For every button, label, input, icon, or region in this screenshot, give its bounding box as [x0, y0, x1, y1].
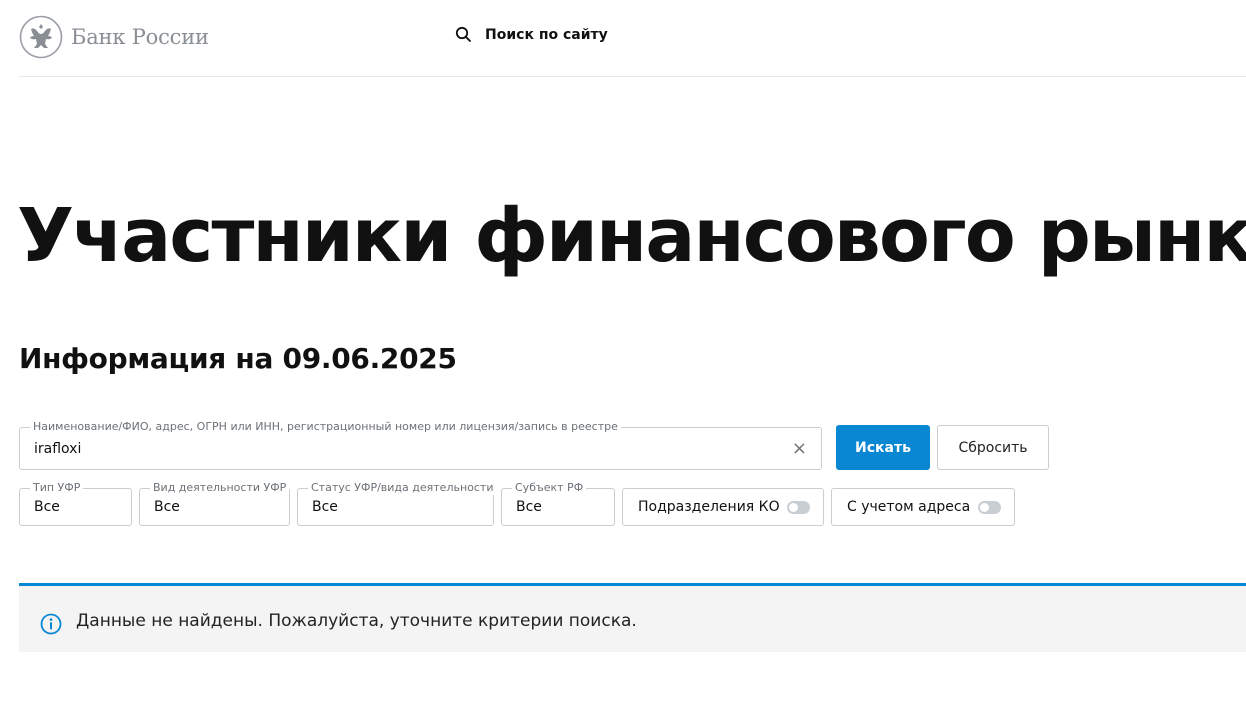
- filter-type-select[interactable]: Тип УФР Все: [19, 481, 132, 526]
- filter-region-select[interactable]: Субъект РФ Все: [501, 481, 615, 526]
- logo-text: Банк России: [71, 25, 209, 49]
- address-toggle-switch[interactable]: [978, 501, 1001, 514]
- info-date-subtitle: Информация на 09.06.2025: [19, 342, 457, 375]
- branches-toggle-box[interactable]: Подразделения КО: [622, 488, 824, 526]
- close-icon[interactable]: ×: [792, 439, 807, 459]
- search-icon: [455, 26, 471, 42]
- address-toggle-label: С учетом адреса: [847, 499, 971, 515]
- search-field: Наименование/ФИО, адрес, ОГРН или ИНН, р…: [19, 420, 822, 470]
- search-field-legend: Наименование/ФИО, адрес, ОГРН или ИНН, р…: [30, 420, 621, 434]
- site-search-label: Поиск по сайту: [485, 26, 608, 43]
- logo-link[interactable]: Банк России: [19, 15, 209, 59]
- filter-status-legend: Статус УФР/вида деятельности: [308, 481, 497, 495]
- filter-activity-legend: Вид деятельности УФР: [150, 481, 290, 495]
- filter-type-legend: Тип УФР: [30, 481, 84, 495]
- page-title: Участники финансового рынка: [17, 193, 1246, 279]
- site-header: Банк России Поиск по сайту: [19, 0, 1246, 77]
- site-search-button[interactable]: Поиск по сайту: [455, 26, 608, 43]
- branches-toggle-label: Подразделения КО: [638, 499, 780, 515]
- eagle-emblem-icon: [19, 15, 63, 59]
- info-circle-icon: [40, 613, 62, 635]
- filter-status-select[interactable]: Статус УФР/вида деятельности Все: [297, 481, 497, 526]
- filter-region-legend: Субъект РФ: [512, 481, 587, 495]
- reset-button[interactable]: Сбросить: [937, 425, 1049, 470]
- branches-toggle-switch[interactable]: [787, 501, 810, 514]
- address-toggle-box[interactable]: С учетом адреса: [831, 488, 1015, 526]
- filter-region-value: Все: [516, 499, 542, 515]
- filter-type-value: Все: [34, 499, 60, 515]
- filter-activity-value: Все: [154, 499, 180, 515]
- search-input[interactable]: [34, 438, 774, 460]
- filter-status-value: Все: [312, 499, 338, 515]
- no-results-alert: Данные не найдены. Пожалуйста, уточните …: [19, 583, 1246, 652]
- alert-message: Данные не найдены. Пожалуйста, уточните …: [76, 611, 637, 631]
- search-button[interactable]: Искать: [836, 425, 930, 470]
- filter-activity-select[interactable]: Вид деятельности УФР Все: [139, 481, 290, 526]
